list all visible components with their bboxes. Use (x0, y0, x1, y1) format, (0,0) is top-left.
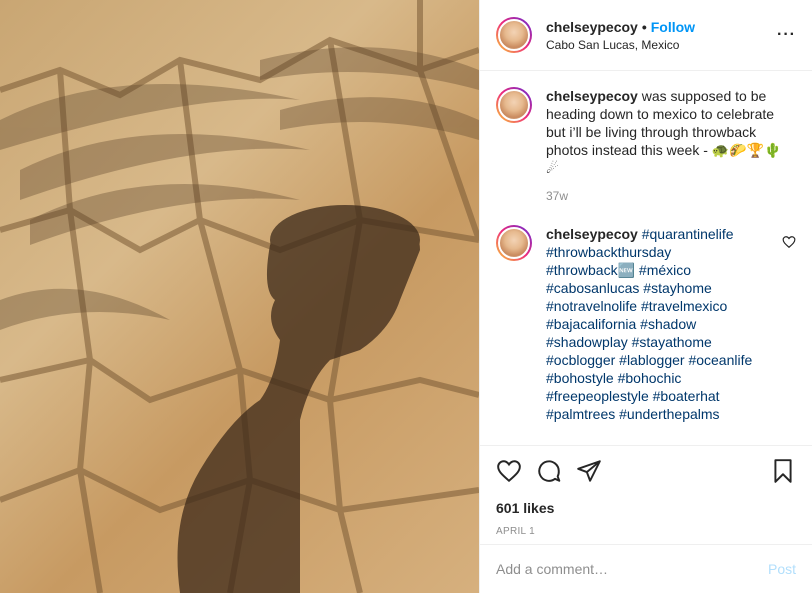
comments-list[interactable]: chelseypecoy was supposed to be heading … (480, 71, 812, 445)
hashtag-line[interactable]: #notravelnolife #travelmexico (546, 298, 727, 314)
bookmark-icon[interactable] (770, 458, 796, 484)
caption-comment: chelseypecoy was supposed to be heading … (496, 87, 796, 203)
comment-username[interactable]: chelseypecoy (546, 226, 638, 242)
post-side-panel: chelseypecoy • Follow Cabo San Lucas, Me… (479, 0, 812, 593)
post-location[interactable]: Cabo San Lucas, Mexico (546, 38, 695, 52)
add-comment-input[interactable] (496, 561, 768, 577)
hashtag-line[interactable]: #throwback🆕 #méxico (546, 262, 691, 278)
hashtag-line[interactable]: #bajacalifornia #shadow (546, 316, 696, 332)
hashtag-line[interactable]: #ocblogger #lablogger #oceanlife (546, 352, 752, 368)
post-username[interactable]: chelseypecoy (546, 19, 638, 35)
avatar[interactable] (496, 87, 532, 123)
more-options-icon[interactable]: ··· (777, 26, 796, 44)
hashtag-line[interactable]: #quarantinelife (642, 226, 734, 242)
post-header: chelseypecoy • Follow Cabo San Lucas, Me… (480, 0, 812, 71)
avatar[interactable] (496, 17, 532, 53)
likes-count[interactable]: 601 likes (496, 500, 796, 516)
hashtag-line[interactable]: #bohostyle #bohochic (546, 370, 681, 386)
hashtag-line[interactable]: #palmtrees #underthepalms (546, 406, 720, 422)
caption-age[interactable]: 37w (546, 189, 782, 203)
add-comment-bar: Post (480, 544, 812, 593)
separator-dot: • (641, 18, 647, 35)
share-icon[interactable] (576, 458, 602, 484)
post-actions: 601 likes APRIL 1 (480, 445, 812, 537)
shadow-photo-image (0, 0, 479, 593)
hashtag-line[interactable]: #throwbackthursday (546, 244, 671, 260)
hashtag-line[interactable]: #shadowplay #stayathome (546, 334, 712, 350)
like-comment-heart-icon[interactable] (782, 235, 796, 249)
heart-icon[interactable] (496, 458, 522, 484)
hashtag-line[interactable]: #freepeoplestyle #boaterhat (546, 388, 720, 404)
hashtag-line[interactable]: #cabosanlucas #stayhome (546, 280, 712, 296)
hashtag-comment: chelseypecoy #quarantinelife #throwbackt… (496, 225, 796, 423)
post-photo[interactable] (0, 0, 479, 593)
post-date[interactable]: APRIL 1 (496, 526, 796, 537)
caption-username[interactable]: chelseypecoy (546, 88, 638, 104)
post-dialog: chelseypecoy • Follow Cabo San Lucas, Me… (0, 0, 812, 593)
comment-icon[interactable] (536, 458, 562, 484)
follow-button[interactable]: Follow (651, 19, 695, 35)
avatar[interactable] (496, 225, 532, 261)
post-comment-button[interactable]: Post (768, 561, 796, 577)
